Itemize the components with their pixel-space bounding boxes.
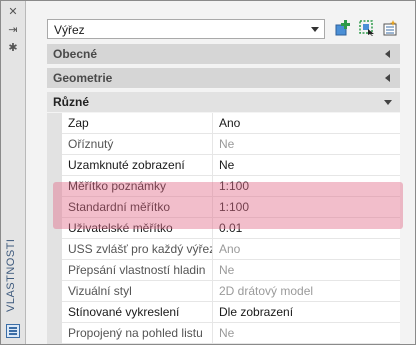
chevron-down-icon[interactable] [311, 27, 319, 32]
property-row[interactable]: Měřítko poznámky 1:100 [62, 176, 400, 197]
property-value: Ne [219, 263, 235, 277]
property-label: Oříznutý [62, 134, 213, 154]
property-value: Ne [219, 326, 235, 340]
section-general-label: Obecné [53, 47, 98, 61]
quick-select-icon[interactable] [381, 19, 399, 37]
autohide-icon[interactable]: ⇥ [6, 23, 20, 37]
property-label: Zap [62, 113, 213, 133]
property-label: Uživatelské měřítko [62, 218, 213, 238]
chevron-down-icon[interactable] [384, 100, 392, 105]
chevron-left-icon[interactable] [385, 50, 390, 58]
property-row[interactable]: Uživatelské měřítko 0.01 [62, 218, 400, 239]
object-type-dropdown[interactable]: Výřez [47, 19, 325, 39]
misc-properties: Zap Ano Oříznutý Ne Uzamknuté zobrazení … [47, 113, 400, 344]
property-label: Vizuální styl [62, 281, 213, 301]
close-icon[interactable]: ✕ [6, 5, 20, 19]
property-row[interactable]: Stínované vykreslení Dle zobrazení [62, 302, 400, 323]
property-row[interactable]: Vizuální styl 2D drátový model [62, 281, 400, 302]
palette-sidebar: ✕ ⇥ ✱ VLASTNOSTI [1, 1, 26, 344]
property-row[interactable]: Oříznutý Ne [62, 134, 400, 155]
section-misc-label: Různé [53, 95, 89, 109]
section-general[interactable]: Obecné [47, 44, 400, 65]
property-row[interactable]: Přepsání vlastností hladin Ne [62, 260, 400, 281]
toggle-pickadd-icon[interactable] [335, 19, 353, 37]
palette-title: VLASTNOSTI [5, 238, 17, 312]
property-value: 2D drátový model [219, 284, 314, 298]
property-value[interactable]: 1:100 [219, 179, 249, 193]
property-label: Uzamknuté zobrazení [62, 155, 213, 175]
property-grid: Obecné Geometrie Různé Zap Ano Oříznutý … [47, 44, 400, 344]
property-row[interactable]: USS zvlášť pro každý výřez Ano [62, 239, 400, 260]
property-row[interactable]: Standardní měřítko 1:100 [62, 197, 400, 218]
property-value[interactable]: Ano [219, 116, 240, 130]
property-label: Propojený na pohled listu [62, 323, 213, 343]
property-row[interactable]: Uzamknuté zobrazení Ne [62, 155, 400, 176]
property-label: Stínované vykreslení [62, 302, 213, 322]
object-type-value: Výřez [54, 23, 85, 37]
properties-palette: ✕ ⇥ ✱ VLASTNOSTI Výřez Obecné Geometrie [0, 0, 416, 345]
property-value[interactable]: 0.01 [219, 221, 242, 235]
property-value[interactable]: 1:100 [219, 200, 249, 214]
property-label: Přepsání vlastností hladin [62, 260, 213, 280]
property-value: Ano [219, 242, 241, 256]
property-value[interactable]: Dle zobrazení [219, 305, 293, 319]
settings-icon[interactable]: ✱ [6, 41, 20, 55]
palette-menu-icon[interactable] [6, 324, 20, 338]
select-objects-icon[interactable] [358, 19, 376, 37]
property-label: USS zvlášť pro každý výřez [62, 239, 213, 259]
property-value: Ne [219, 137, 235, 151]
property-label: Standardní měřítko [62, 197, 213, 217]
property-label: Měřítko poznámky [62, 176, 213, 196]
property-row[interactable]: Propojený na pohled listu Ne [62, 323, 400, 344]
property-row[interactable]: Zap Ano [62, 113, 400, 134]
section-geometry-label: Geometrie [53, 71, 113, 85]
chevron-left-icon[interactable] [385, 74, 390, 82]
section-geometry[interactable]: Geometrie [47, 68, 400, 89]
section-misc[interactable]: Různé [47, 92, 400, 113]
property-value[interactable]: Ne [219, 158, 234, 172]
